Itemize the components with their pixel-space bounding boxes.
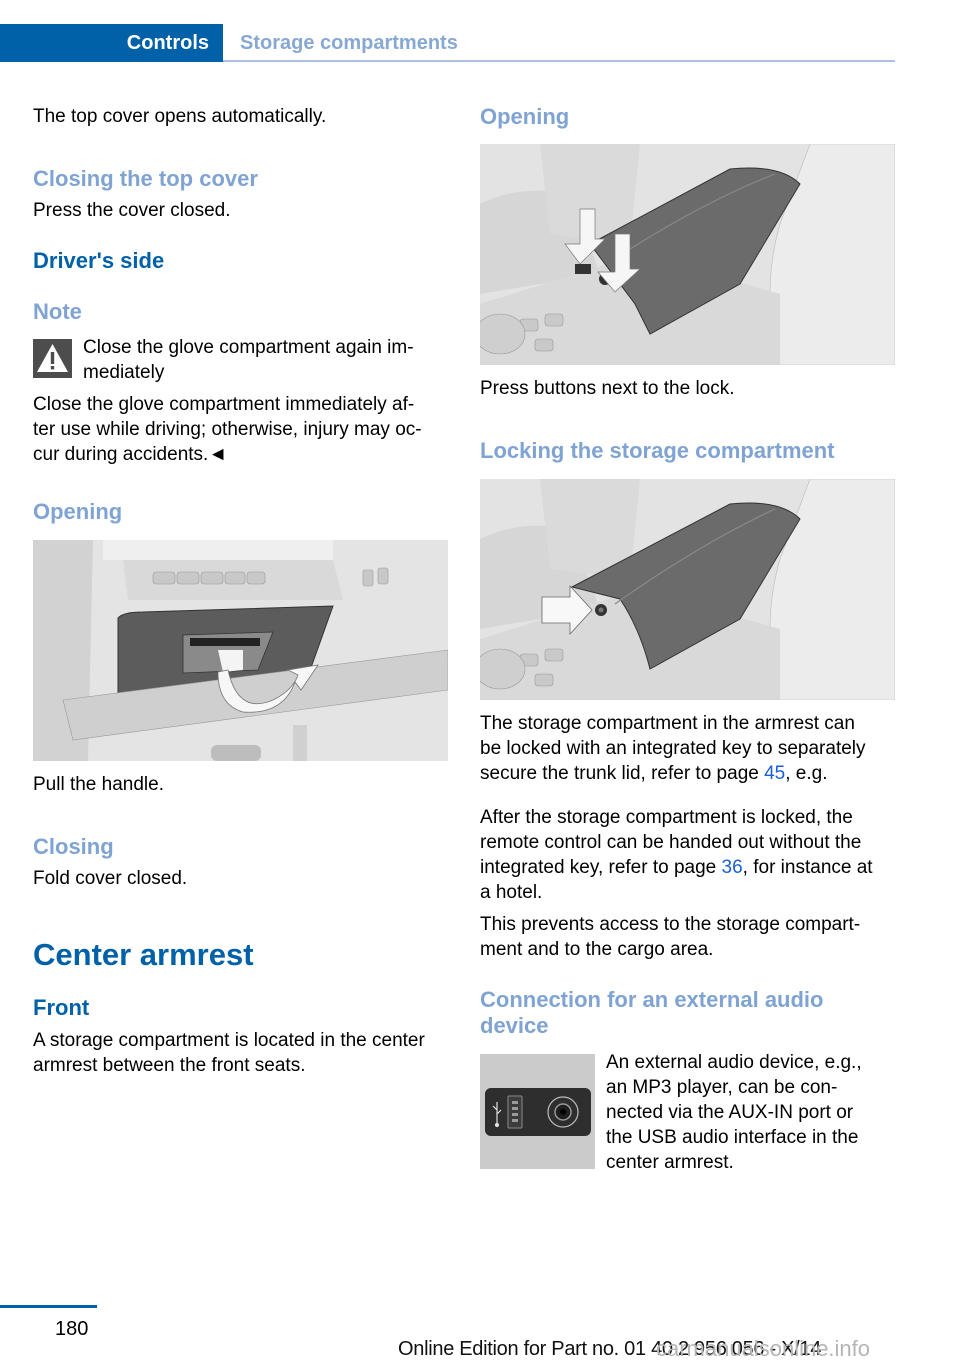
- intro-text: The top cover opens automatically.: [33, 106, 327, 127]
- text: , e.g.: [785, 763, 828, 784]
- heading-opening-glovebox: Opening: [33, 499, 123, 524]
- audio-text-line-5: center armrest.: [606, 1152, 734, 1173]
- opening-caption: Pull the handle.: [33, 774, 164, 795]
- page-link-45[interactable]: 45: [764, 763, 785, 784]
- front-text-line-2: armrest between the front seats.: [33, 1055, 306, 1076]
- glove-compartment-figure: [33, 540, 448, 761]
- heading-audio-line-2: device: [480, 1013, 549, 1038]
- locking-p1-line-1: The storage compartment in the armrest c…: [480, 713, 855, 734]
- armrest-opening-figure: [480, 144, 895, 365]
- watermark: carmanualsonline.info: [656, 1336, 871, 1361]
- heading-drivers-side: Driver's side: [33, 248, 165, 273]
- heading-center-armrest: Center armrest: [33, 937, 254, 972]
- locking-p1-line-2: be locked with an integrated key to sepa…: [480, 738, 866, 759]
- locking-p2-line-3: integrated key, refer to page 36, for in…: [480, 855, 873, 880]
- footer-divider: [0, 1305, 97, 1308]
- text: secure the trunk lid, refer to page: [480, 763, 765, 784]
- heading-front: Front: [33, 995, 90, 1020]
- front-text-line-1: A storage compartment is located in the …: [33, 1030, 425, 1051]
- note-body-line-1: Close the glove compartment immediately …: [33, 394, 415, 415]
- note-title-line-1: Close the glove compartment again im-: [83, 337, 414, 358]
- heading-closing: Closing: [33, 834, 114, 859]
- audio-text-line-3: nected via the AUX-IN port or: [606, 1102, 854, 1123]
- text: integrated key, refer to page: [480, 857, 722, 878]
- page-header: Controls Storage compartments: [0, 24, 895, 62]
- locking-p3-line-1: This prevents access to the storage comp…: [480, 914, 861, 935]
- locking-p2-line-1: After the storage compartment is locked,…: [480, 807, 853, 828]
- note-title-line-2: mediately: [83, 362, 165, 383]
- heading-locking: Locking the storage compartment: [480, 438, 835, 463]
- closing-text: Fold cover closed.: [33, 868, 188, 889]
- warning-triangle-icon: [33, 339, 72, 378]
- audio-text-line-4: the USB audio interface in the: [606, 1127, 859, 1148]
- heading-opening-armrest: Opening: [480, 104, 570, 129]
- note-body-line-2: ter use while driving; otherwise, injury…: [33, 419, 422, 440]
- audio-text-line-2: an MP3 player, can be con-: [606, 1077, 838, 1098]
- text: , for instance at: [742, 857, 873, 878]
- page-number: 180: [55, 1318, 89, 1340]
- note-body-line-3: cur during accidents.◄: [33, 444, 228, 465]
- page-link-36[interactable]: 36: [722, 857, 743, 878]
- chapter-tab[interactable]: Controls: [0, 24, 223, 62]
- audio-port-figure: [480, 1054, 595, 1169]
- armrest-opening-caption: Press buttons next to the lock.: [480, 378, 735, 399]
- audio-text-line-1: An external audio device, e.g.,: [606, 1052, 862, 1073]
- locking-p1-line-3: secure the trunk lid, refer to page 45, …: [480, 761, 828, 786]
- closing-top-cover-text: Press the cover closed.: [33, 200, 231, 221]
- locking-p2-line-4: a hotel.: [480, 882, 543, 903]
- header-divider: [223, 60, 895, 62]
- heading-note: Note: [33, 299, 82, 324]
- section-title[interactable]: Storage compartments: [240, 24, 458, 62]
- heading-audio-line-1: Connection for an external audio: [480, 987, 824, 1012]
- locking-p3-line-2: ment and to the cargo area.: [480, 939, 714, 960]
- locking-p2-line-2: remote control can be handed out without…: [480, 832, 862, 853]
- heading-closing-top-cover: Closing the top cover: [33, 166, 258, 191]
- armrest-lock-figure: [480, 479, 895, 700]
